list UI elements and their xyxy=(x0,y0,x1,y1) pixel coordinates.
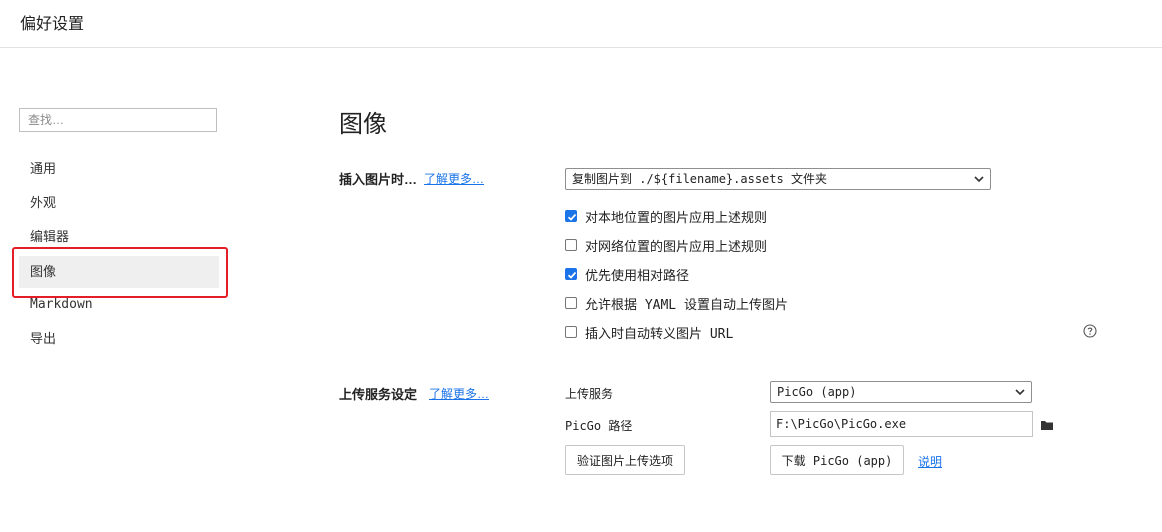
selection-highlight xyxy=(12,247,228,298)
insert-learn-more-link[interactable]: 了解更多… xyxy=(424,170,484,187)
window-title: 偏好设置 xyxy=(20,16,85,33)
checkbox-local-images[interactable] xyxy=(565,210,577,222)
option-yaml-upload-label: 允许根据 YAML 设置自动上传图片 xyxy=(585,297,788,313)
option-local-images-label: 对本地位置的图片应用上述规则 xyxy=(585,209,768,225)
search-input[interactable] xyxy=(19,108,217,132)
help-icon[interactable] xyxy=(1083,324,1097,338)
upload-service-value: PicGo (app) xyxy=(777,385,857,399)
sidebar-item-appearance[interactable]: 外观 xyxy=(19,187,219,219)
sidebar-item-general[interactable]: 通用 xyxy=(19,153,219,185)
insert-action-select[interactable]: 复制图片到 ./${filename}.assets 文件夹 xyxy=(565,168,991,190)
insert-section-label: 插入图片时… xyxy=(339,172,418,187)
title-bar: 偏好设置 xyxy=(0,0,1162,48)
option-local-images[interactable]: 对本地位置的图片应用上述规则 xyxy=(565,207,767,225)
option-network-images[interactable]: 对网络位置的图片应用上述规则 xyxy=(565,236,767,254)
checkbox-escape-url[interactable] xyxy=(565,326,577,338)
checkbox-yaml-upload[interactable] xyxy=(565,297,577,309)
option-network-images-label: 对网络位置的图片应用上述规则 xyxy=(585,238,768,254)
checkbox-relative-path[interactable] xyxy=(565,268,577,280)
option-escape-url-label: 插入时自动转义图片 URL xyxy=(585,326,734,342)
option-escape-url[interactable]: 插入时自动转义图片 URL xyxy=(565,323,734,342)
chevron-down-icon xyxy=(974,176,984,183)
option-relative-path-label: 优先使用相对路径 xyxy=(585,267,690,283)
upload-learn-more-link[interactable]: 了解更多… xyxy=(429,385,489,402)
insert-action-value: 复制图片到 ./${filename}.assets 文件夹 xyxy=(572,172,827,186)
upload-section-label: 上传服务设定 xyxy=(339,387,418,402)
chevron-down-icon xyxy=(1015,389,1025,396)
upload-service-label: 上传服务 xyxy=(565,387,614,401)
page-title: 图像 xyxy=(339,111,387,138)
upload-service-select[interactable]: PicGo (app) xyxy=(770,381,1032,403)
download-picgo-button[interactable]: 下载 PicGo (app) xyxy=(770,445,904,475)
checkbox-network-images[interactable] xyxy=(565,239,577,251)
verify-upload-button[interactable]: 验证图片上传选项 xyxy=(565,445,685,475)
explain-link[interactable]: 说明 xyxy=(918,453,942,470)
option-yaml-upload[interactable]: 允许根据 YAML 设置自动上传图片 xyxy=(565,294,788,313)
option-relative-path[interactable]: 优先使用相对路径 xyxy=(565,265,689,283)
picgo-path-label: PicGo 路径 xyxy=(565,419,633,433)
picgo-path-input[interactable]: F:\PicGo\PicGo.exe xyxy=(770,411,1033,437)
sidebar-item-export[interactable]: 导出 xyxy=(19,323,219,355)
folder-icon[interactable] xyxy=(1040,419,1054,431)
